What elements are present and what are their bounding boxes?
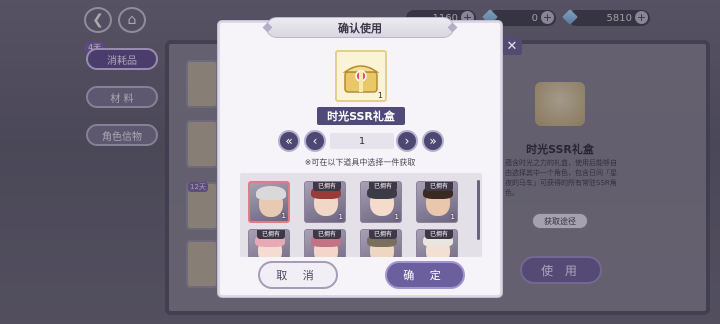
item-name: 时光SSR礼盒 bbox=[317, 107, 405, 125]
chevron-right-icon: › bbox=[404, 134, 410, 148]
character-card[interactable]: 1 bbox=[248, 181, 290, 223]
owned-badge: 已拥有 bbox=[425, 182, 453, 191]
character-card[interactable]: 已拥有 1 bbox=[360, 181, 402, 223]
selection-hint: ※可在以下道具中选择一件获取 bbox=[304, 158, 416, 167]
grid-scrollbar[interactable] bbox=[477, 180, 480, 240]
character-card[interactable]: 已拥有 bbox=[248, 229, 290, 257]
close-icon: ✕ bbox=[506, 38, 518, 54]
quantity-max-button[interactable]: » bbox=[422, 130, 444, 152]
owned-badge: 已拥有 bbox=[369, 182, 397, 191]
character-count: 1 bbox=[450, 213, 455, 221]
quantity-min-button[interactable]: « bbox=[278, 130, 300, 152]
character-card[interactable]: 已拥有 bbox=[360, 229, 402, 257]
confirm-use-dialog: 确认使用 1 时光SSR礼盒 « ‹ 1 › » ※可在以下道具中选择一件获取 … bbox=[218, 17, 502, 297]
owned-badge: 已拥有 bbox=[425, 230, 453, 239]
character-card[interactable]: 已拥有 1 bbox=[416, 181, 458, 223]
dialog-title-text: 确认使用 bbox=[338, 21, 382, 35]
quantity-decrease-button[interactable]: ‹ bbox=[304, 130, 326, 152]
double-chevron-left-icon: « bbox=[285, 134, 293, 148]
double-chevron-right-icon: » bbox=[429, 134, 437, 148]
quantity-increase-button[interactable]: › bbox=[396, 130, 418, 152]
confirm-button[interactable]: 确 定 bbox=[385, 261, 465, 289]
character-count: 1 bbox=[281, 212, 286, 220]
character-count: 1 bbox=[394, 213, 399, 221]
character-card[interactable]: 已拥有 1 bbox=[304, 181, 346, 223]
character-count: 1 bbox=[338, 213, 343, 221]
item-icon-box: 1 bbox=[335, 50, 387, 102]
item-count: 1 bbox=[377, 91, 383, 100]
character-grid: 1 已拥有 1 已拥有 1 已拥有 1 已拥有 已拥有 已拥有 已拥有 bbox=[240, 173, 482, 257]
chevron-left-icon: ‹ bbox=[312, 134, 318, 148]
owned-badge: 已拥有 bbox=[313, 182, 341, 191]
owned-badge: 已拥有 bbox=[369, 230, 397, 239]
cancel-button[interactable]: 取 消 bbox=[258, 261, 338, 289]
quantity-field[interactable]: 1 bbox=[330, 133, 394, 149]
character-card[interactable]: 已拥有 bbox=[304, 229, 346, 257]
character-hair bbox=[256, 186, 286, 200]
gift-box-icon bbox=[342, 65, 380, 93]
owned-badge: 已拥有 bbox=[257, 230, 285, 239]
dialog-title: 确认使用 bbox=[266, 17, 454, 38]
character-card[interactable]: 已拥有 bbox=[416, 229, 458, 257]
owned-badge: 已拥有 bbox=[313, 230, 341, 239]
close-button[interactable]: ✕ bbox=[502, 37, 522, 55]
